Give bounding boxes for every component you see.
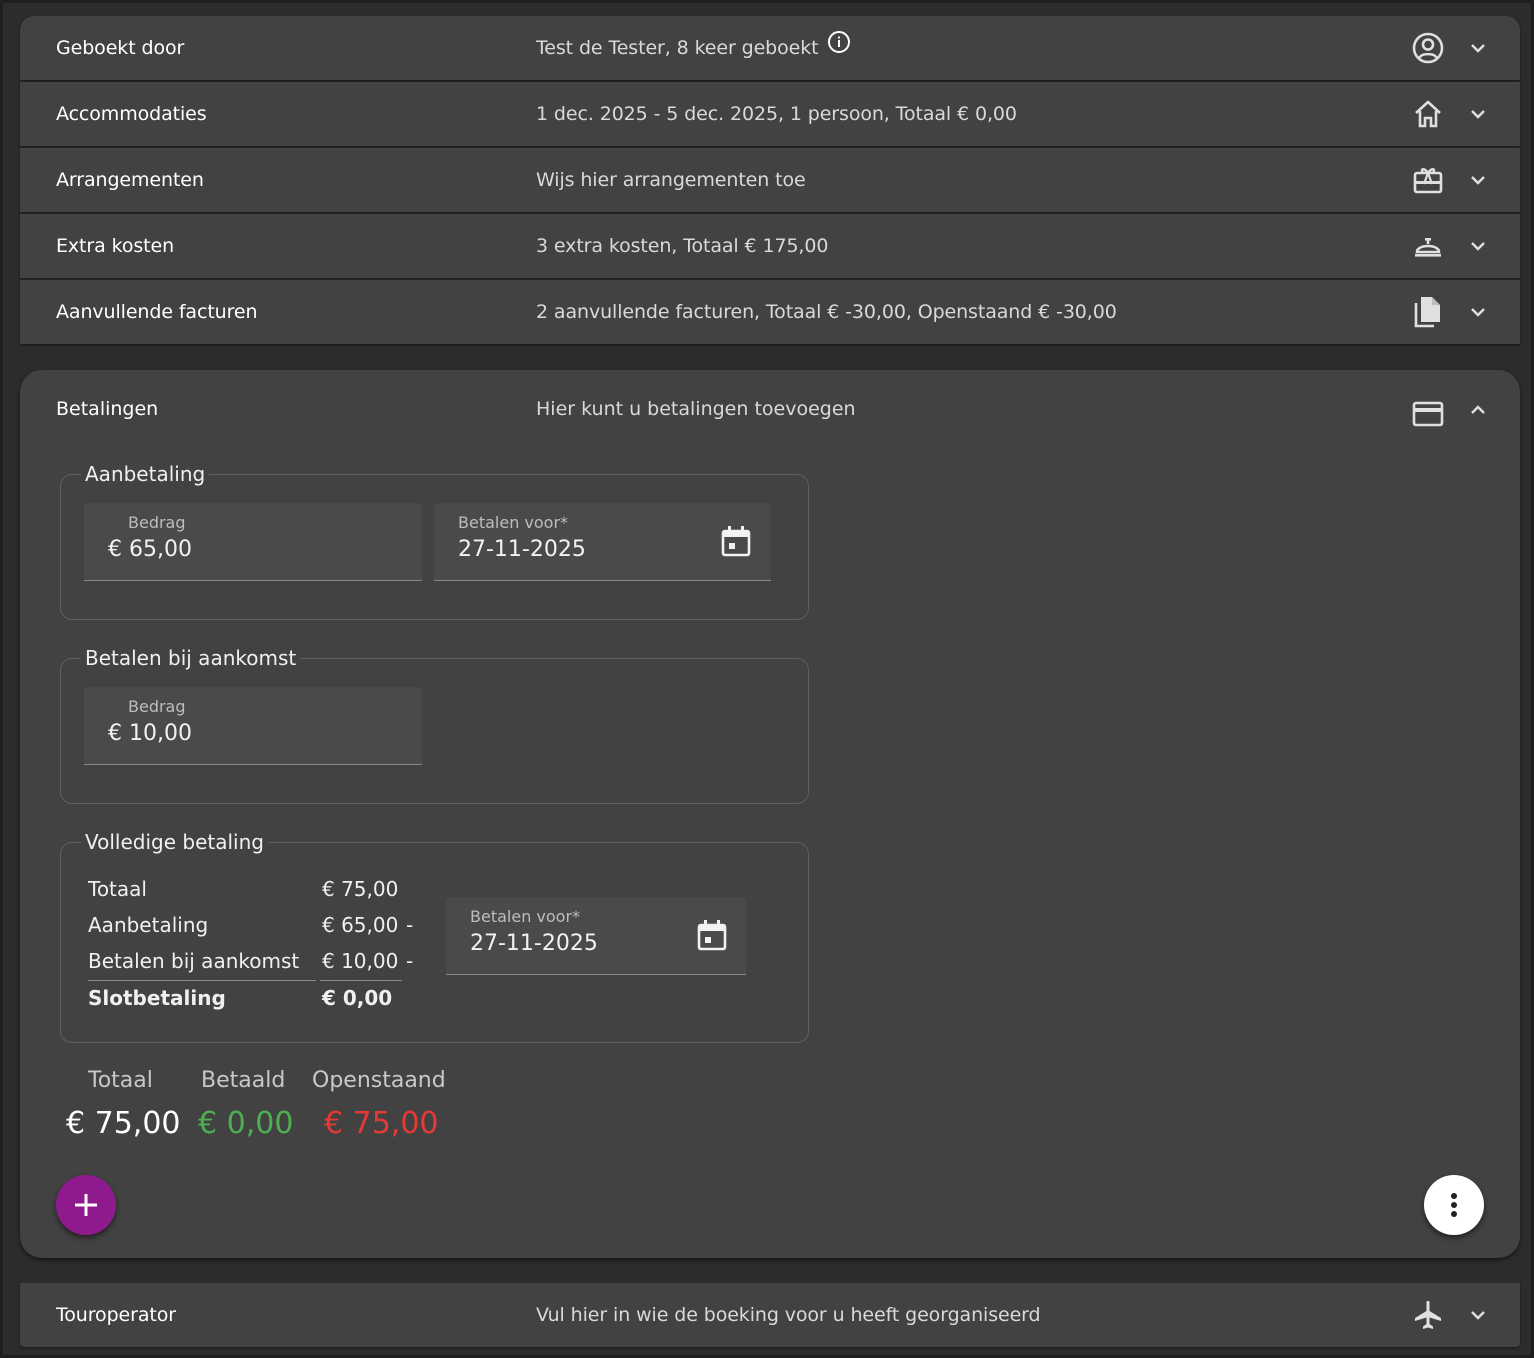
summary-value: € 65,00: [322, 913, 399, 937]
room-service-icon: [1412, 230, 1444, 262]
panel-description-text: Test de Tester, 8 keer geboekt: [536, 37, 819, 59]
chevron-down-icon[interactable]: [1466, 168, 1490, 192]
summary-label: Totaal: [88, 877, 147, 901]
chevron-down-icon[interactable]: [1466, 102, 1490, 126]
chevron-up-icon[interactable]: [1466, 398, 1490, 422]
field-value[interactable]: € 10,00: [108, 721, 192, 746]
airplane-icon: [1412, 1299, 1444, 1331]
summary-label: Aanbetaling: [88, 913, 209, 937]
panel-description-text: Vul hier in wie de boeking voor u heeft …: [536, 1304, 1041, 1326]
panel-description: Hier kunt u betalingen toevoegen: [536, 398, 856, 420]
panel-title: Geboekt door: [56, 37, 185, 59]
summary-row: Totaal € 75,00: [88, 877, 428, 913]
field-label: Bedrag: [128, 697, 186, 716]
chevron-down-icon[interactable]: [1466, 36, 1490, 60]
plus-icon: [75, 1194, 97, 1216]
summary-divider: [88, 980, 316, 981]
file-copy-icon: [1412, 296, 1444, 328]
totals-total-value: € 75,00: [66, 1106, 181, 1141]
panel-description: 1 dec. 2025 - 5 dec. 2025, 1 persoon, To…: [536, 82, 1017, 146]
panel-title: Accommodaties: [56, 103, 207, 125]
more-options-button[interactable]: [1424, 1175, 1484, 1235]
panel-description: 2 aanvullende facturen, Totaal € -30,00,…: [536, 280, 1117, 344]
summary-row-total: Slotbetaling € 0,00: [88, 986, 428, 1022]
on-arrival-legend: Betalen bij aankomst: [85, 646, 297, 670]
info-icon[interactable]: [827, 16, 851, 80]
summary-label: Betalen bij aankomst: [88, 949, 300, 973]
summary-value: € 75,00: [322, 877, 399, 901]
chevron-down-icon[interactable]: [1466, 234, 1490, 258]
totals-outstanding-label: Openstaand: [312, 1068, 446, 1093]
field-value[interactable]: € 65,00: [108, 537, 192, 562]
panel-title[interactable]: Betalingen: [56, 398, 158, 420]
deposit-date-field[interactable]: Betalen voor* 27-11-2025: [434, 503, 771, 581]
panel-arrangements[interactable]: Arrangementen Wijs hier arrangementen to…: [20, 148, 1520, 212]
panel-title: Extra kosten: [56, 235, 175, 257]
full-payment-legend: Volledige betaling: [85, 830, 264, 854]
panel-title: Touroperator: [56, 1304, 176, 1326]
credit-card-icon: [1412, 398, 1444, 430]
field-value[interactable]: 27-11-2025: [470, 931, 598, 956]
panel-description-text: 3 extra kosten, Totaal € 175,00: [536, 235, 829, 257]
add-payment-button[interactable]: [56, 1175, 116, 1235]
panel-extra-costs[interactable]: Extra kosten 3 extra kosten, Totaal € 17…: [20, 214, 1520, 278]
panel-description-text: 2 aanvullende facturen, Totaal € -30,00,…: [536, 301, 1117, 323]
field-value[interactable]: 27-11-2025: [458, 537, 586, 562]
summary-row: Aanbetaling € 65,00 -: [88, 913, 428, 949]
summary-value: € 0,00: [322, 986, 393, 1010]
account-circle-icon: [1412, 32, 1444, 64]
chevron-down-icon[interactable]: [1466, 300, 1490, 324]
panel-description: Wijs hier arrangementen toe: [536, 148, 806, 212]
full-payment-date-field[interactable]: Betalen voor* 27-11-2025: [446, 897, 746, 975]
panel-additional-invoices[interactable]: Aanvullende facturen 2 aanvullende factu…: [20, 280, 1520, 344]
panel-description: Test de Tester, 8 keer geboekt: [536, 16, 851, 80]
calendar-icon[interactable]: [720, 523, 752, 559]
summary-mark: -: [406, 949, 414, 973]
summary-divider: [320, 980, 402, 981]
totals-paid-label: Betaald: [201, 1068, 286, 1093]
panel-title: Aanvullende facturen: [56, 301, 258, 323]
summary-label: Slotbetaling: [88, 986, 226, 1010]
field-label: Bedrag: [128, 513, 186, 532]
totals-paid-value: € 0,00: [198, 1106, 294, 1141]
panel-description-text: 1 dec. 2025 - 5 dec. 2025, 1 persoon, To…: [536, 103, 1017, 125]
gift-card-icon: [1412, 164, 1444, 196]
panel-accommodations[interactable]: Accommodaties 1 dec. 2025 - 5 dec. 2025,…: [20, 82, 1520, 146]
totals-total-label: Totaal: [88, 1068, 153, 1093]
deposit-legend: Aanbetaling: [85, 462, 206, 486]
panel-description-text: Wijs hier arrangementen toe: [536, 169, 806, 191]
on-arrival-amount-field[interactable]: Bedrag € 10,00: [84, 687, 422, 765]
chevron-down-icon[interactable]: [1466, 1303, 1490, 1327]
summary-mark: -: [406, 913, 414, 937]
panel-title: Arrangementen: [56, 169, 204, 191]
deposit-amount-field[interactable]: Bedrag € 65,00: [84, 503, 422, 581]
panel-payments: Betalingen Hier kunt u betalingen toevoe…: [20, 370, 1520, 1258]
field-label: Betalen voor*: [458, 513, 569, 532]
panel-booked-by[interactable]: Geboekt door Test de Tester, 8 keer gebo…: [20, 16, 1520, 80]
home-icon: [1412, 98, 1444, 130]
summary-value: € 10,00: [322, 949, 399, 973]
calendar-icon[interactable]: [696, 917, 728, 953]
panel-touroperator[interactable]: Touroperator Vul hier in wie de boeking …: [20, 1283, 1520, 1347]
field-label: Betalen voor*: [470, 907, 581, 926]
more-vert-icon: [1451, 1193, 1457, 1217]
totals-outstanding-value: € 75,00: [324, 1106, 439, 1141]
panel-description: 3 extra kosten, Totaal € 175,00: [536, 214, 828, 278]
panel-description: Vul hier in wie de boeking voor u heeft …: [536, 1283, 1041, 1347]
